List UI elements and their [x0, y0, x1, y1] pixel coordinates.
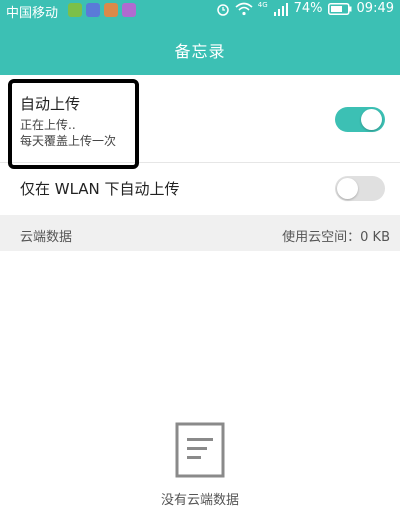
battery-icon: [327, 2, 352, 15]
alarm-icon: [216, 3, 229, 16]
cloud-data-section: 云端数据 使用云空间：0 KB: [0, 215, 400, 251]
app-icon-purple: [122, 3, 136, 17]
toggle-knob: [337, 178, 358, 199]
document-icon: [175, 422, 225, 478]
app-header: 中国移动 4G 74% 09:49 备忘录: [0, 0, 400, 75]
cloud-data-title: 云端数据: [20, 230, 73, 245]
app-icon-orange: [104, 3, 118, 17]
auto-upload-status: 正在上传..: [20, 118, 76, 132]
status-bar: 中国移动 4G 74% 09:49: [0, 0, 400, 22]
app-icon-green: [68, 3, 82, 17]
battery-percent: 74%: [293, 1, 323, 16]
wlan-upload-toggle[interactable]: [335, 176, 385, 201]
wlan-upload-label: 仅在 WLAN 下自动上传: [20, 180, 180, 198]
wifi-icon: [235, 2, 253, 15]
network-type-label: 4G: [257, 0, 268, 9]
status-right: 4G 74% 09:49: [216, 1, 394, 16]
toggle-knob: [361, 109, 382, 130]
cloud-usage: 使用云空间：0 KB: [282, 230, 390, 245]
clock: 09:49: [356, 1, 394, 16]
app-icon-blue: [86, 3, 100, 17]
empty-state-text: 没有云端数据: [160, 493, 239, 508]
page-title: 备忘录: [174, 42, 226, 61]
auto-upload-label: 自动上传: [20, 95, 81, 113]
auto-upload-toggle[interactable]: [335, 107, 385, 132]
auto-upload-frequency: 每天覆盖上传一次: [20, 134, 117, 148]
notification-icons: [68, 3, 136, 17]
signal-icon: [273, 2, 288, 16]
carrier-label: 中国移动: [6, 6, 59, 21]
